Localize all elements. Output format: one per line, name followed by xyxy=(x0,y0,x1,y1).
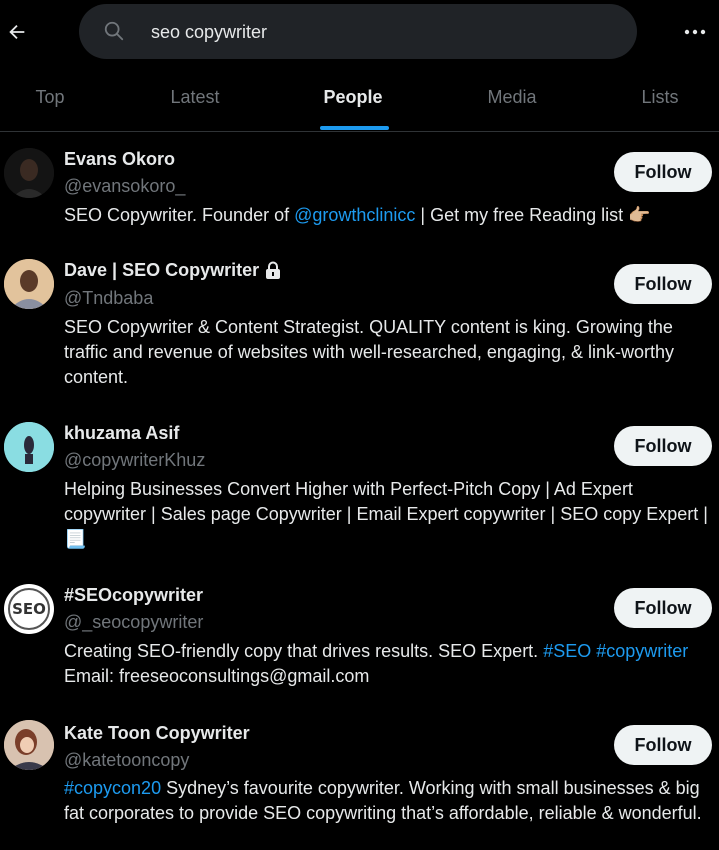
user-name[interactable]: Dave | SEO Copywriter xyxy=(64,260,281,281)
avatar[interactable] xyxy=(4,148,54,198)
user-cell[interactable]: Evans Okoro @evansokoro_ SEO Copywriter.… xyxy=(0,132,719,244)
avatar[interactable] xyxy=(4,720,54,770)
search-input[interactable] xyxy=(149,4,613,61)
avatar[interactable] xyxy=(4,259,54,309)
user-cell[interactable]: SEO #SEOcopywriter @_seocopywriter Creat… xyxy=(0,568,719,705)
tab-media[interactable]: Media xyxy=(462,64,562,131)
user-cell[interactable]: Dave | SEO Copywriter @Tndbaba SEO Copyw… xyxy=(0,244,719,406)
follow-button[interactable]: Follow xyxy=(614,588,712,628)
user-cell[interactable]: Kate Toon Copywriter @katetooncopy #copy… xyxy=(0,705,719,850)
user-name[interactable]: Evans Okoro xyxy=(64,149,175,170)
mention-link[interactable]: @growthclinicc xyxy=(294,205,415,225)
user-name[interactable]: khuzama Asif xyxy=(64,423,179,444)
avatar[interactable] xyxy=(4,422,54,472)
active-tab-indicator xyxy=(320,126,389,130)
follow-button[interactable]: Follow xyxy=(614,264,712,304)
tab-latest[interactable]: Latest xyxy=(145,64,245,131)
back-arrow-icon[interactable] xyxy=(4,14,30,50)
user-handle[interactable]: @Tndbaba xyxy=(64,288,153,309)
hashtag-link[interactable]: #copycon20 xyxy=(64,778,161,798)
user-bio: SEO Copywriter & Content Strategist. QUA… xyxy=(64,317,674,387)
user-bio: Creating SEO-friendly copy that drives r… xyxy=(64,641,689,686)
user-bio: Helping Businesses Convert Higher with P… xyxy=(64,479,708,549)
follow-button[interactable]: Follow xyxy=(614,725,712,765)
top-bar xyxy=(0,0,719,64)
avatar[interactable]: SEO xyxy=(4,584,54,634)
seo-logo: SEO xyxy=(8,588,50,630)
more-options-icon[interactable] xyxy=(680,18,710,46)
user-handle[interactable]: @katetooncopy xyxy=(64,750,189,771)
lock-icon xyxy=(266,261,281,279)
hashtag-link[interactable]: #copywriter xyxy=(596,641,688,661)
search-icon xyxy=(104,21,124,41)
follow-button[interactable]: Follow xyxy=(614,426,712,466)
user-handle[interactable]: @copywriterKhuz xyxy=(64,450,205,471)
tab-lists[interactable]: Lists xyxy=(610,64,710,131)
user-bio: #copycon20 Sydney’s favourite copywriter… xyxy=(64,778,702,823)
user-name[interactable]: Kate Toon Copywriter xyxy=(64,723,250,744)
user-bio: SEO Copywriter. Founder of @growthclinic… xyxy=(64,205,651,225)
user-handle[interactable]: @_seocopywriter xyxy=(64,612,203,633)
search-tabs: Top Latest People Media Lists xyxy=(0,64,719,132)
user-handle[interactable]: @evansokoro_ xyxy=(64,176,185,197)
hashtag-link[interactable]: #SEO xyxy=(543,641,591,661)
user-name[interactable]: #SEOcopywriter xyxy=(64,585,203,606)
tab-top[interactable]: Top xyxy=(0,64,100,131)
follow-button[interactable]: Follow xyxy=(614,152,712,192)
user-cell[interactable]: khuzama Asif @copywriterKhuz Helping Bus… xyxy=(0,406,719,568)
tab-people[interactable]: People xyxy=(303,64,403,131)
search-box[interactable] xyxy=(79,4,637,61)
